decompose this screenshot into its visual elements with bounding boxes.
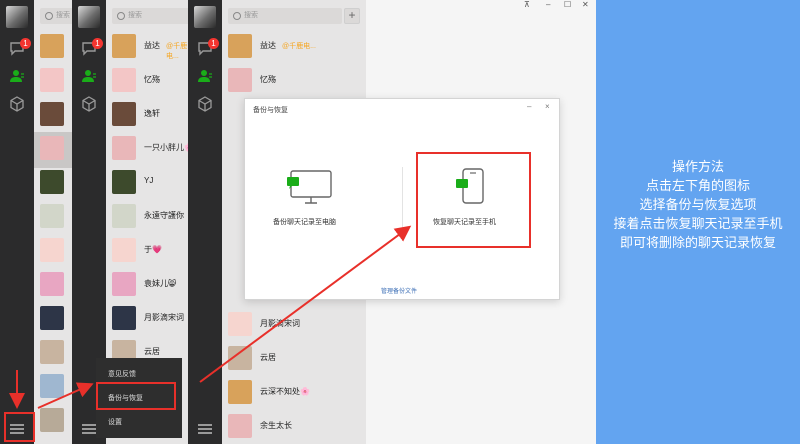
instruction-line: 即可将删除的聊天记录恢复 bbox=[619, 236, 776, 251]
instructions-text: 操作方法 点击左下角的图标 选择备份与恢复选项 接着点击恢复聊天记录至手机 即可… bbox=[596, 158, 800, 253]
tutorial-composite: 1 搜索 1 搜索 益达@千鹿电...忆殇逸轩一只小胖儿🌸YJ永遠守護你于💗袁妹… bbox=[0, 0, 800, 444]
instruction-line: 选择备份与恢复选项 bbox=[639, 198, 757, 213]
instruction-line: 点击左下角的图标 bbox=[645, 179, 750, 194]
arrow-to-restore bbox=[199, 225, 412, 383]
arrow-to-popup bbox=[37, 382, 94, 409]
instruction-line: 接着点击恢复聊天记录至手机 bbox=[613, 217, 783, 232]
instruction-line: 操作方法 bbox=[671, 160, 724, 175]
